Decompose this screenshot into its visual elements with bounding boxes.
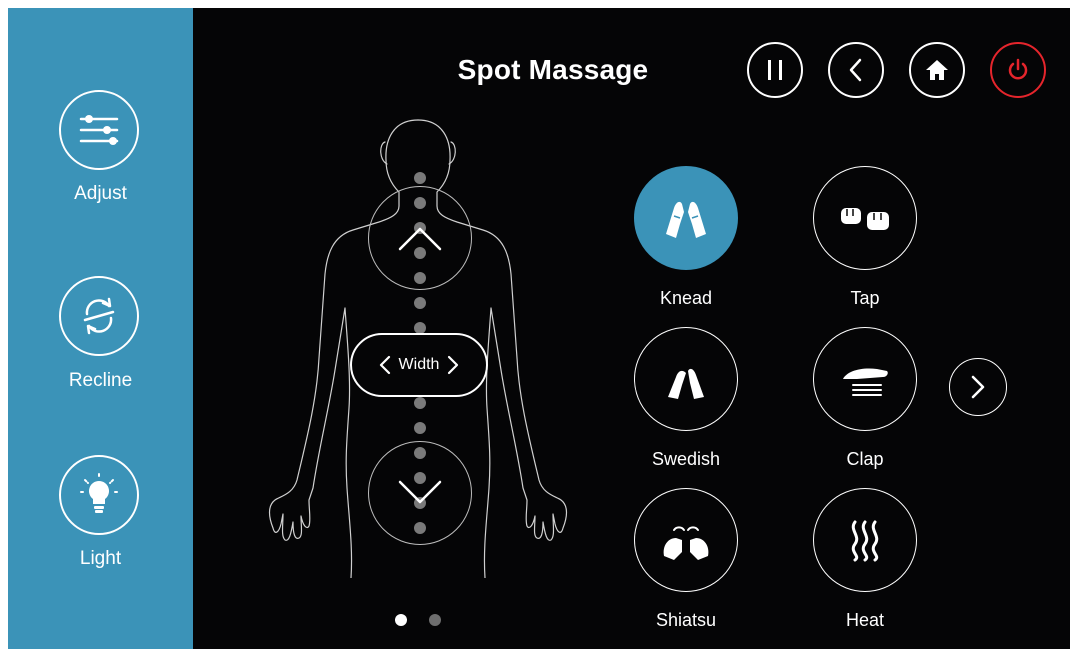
lightbulb-icon: [80, 473, 118, 513]
shiatsu-button[interactable]: [634, 488, 738, 592]
knead-label: Knead: [659, 288, 713, 308]
light-button[interactable]: [59, 455, 139, 535]
main-panel: Spot Massage Width Knead Tap Swedish Cla…: [193, 8, 1070, 649]
pause-button[interactable]: [747, 42, 803, 98]
spine-point[interactable]: [414, 172, 426, 184]
power-button[interactable]: [990, 42, 1046, 98]
width-label: Width: [398, 356, 440, 373]
recline-button[interactable]: [59, 276, 139, 356]
move-up-button[interactable]: [368, 186, 472, 290]
clap-button[interactable]: [813, 327, 917, 431]
clap-hand-icon: [843, 368, 888, 396]
heat-waves-icon: [851, 520, 879, 562]
chevron-down-icon: [398, 480, 442, 504]
spine-point[interactable]: [414, 297, 426, 309]
tap-label: Tap: [850, 288, 880, 308]
width-control[interactable]: Width: [350, 333, 488, 397]
home-icon: [926, 60, 948, 80]
shiatsu-thumbs-icon: [663, 526, 709, 560]
back-icon: [849, 58, 862, 82]
sliders-icon: [79, 115, 119, 145]
move-down-button[interactable]: [368, 441, 472, 545]
heat-button[interactable]: [813, 488, 917, 592]
sidebar: Adjust Recline Light: [8, 8, 193, 649]
back-button[interactable]: [828, 42, 884, 98]
swedish-button[interactable]: [634, 327, 738, 431]
spine-point[interactable]: [414, 397, 426, 409]
page-title: Spot Massage: [457, 54, 649, 85]
app-screen: Adjust Recline Light Spot Massage Width …: [8, 8, 1070, 649]
power-icon: [1008, 58, 1028, 80]
tap-button[interactable]: [813, 166, 917, 270]
page-dot-2[interactable]: [429, 614, 441, 626]
shiatsu-label: Shiatsu: [655, 610, 717, 630]
adjust-label: Adjust: [74, 183, 127, 204]
heat-label: Heat: [845, 610, 885, 630]
next-page-button[interactable]: [949, 358, 1007, 416]
pause-icon: [768, 60, 782, 80]
chevron-right-icon[interactable]: [447, 355, 459, 375]
tap-fists-icon: [841, 208, 889, 230]
recline-label: Recline: [68, 370, 133, 391]
chevron-right-icon: [971, 375, 985, 399]
spine-point[interactable]: [414, 422, 426, 434]
light-label: Light: [79, 548, 122, 569]
knead-button[interactable]: [634, 166, 738, 270]
swedish-hands-icon: [668, 368, 704, 399]
cycle-arrows-icon: [83, 297, 115, 335]
clap-label: Clap: [846, 449, 884, 469]
adjust-button[interactable]: [59, 90, 139, 170]
page-dot-1[interactable]: [395, 614, 407, 626]
home-button[interactable]: [909, 42, 965, 98]
chevron-up-icon: [398, 227, 442, 251]
chevron-left-icon[interactable]: [379, 355, 391, 375]
knead-hands-icon: [666, 201, 706, 238]
swedish-label: Swedish: [651, 449, 721, 469]
